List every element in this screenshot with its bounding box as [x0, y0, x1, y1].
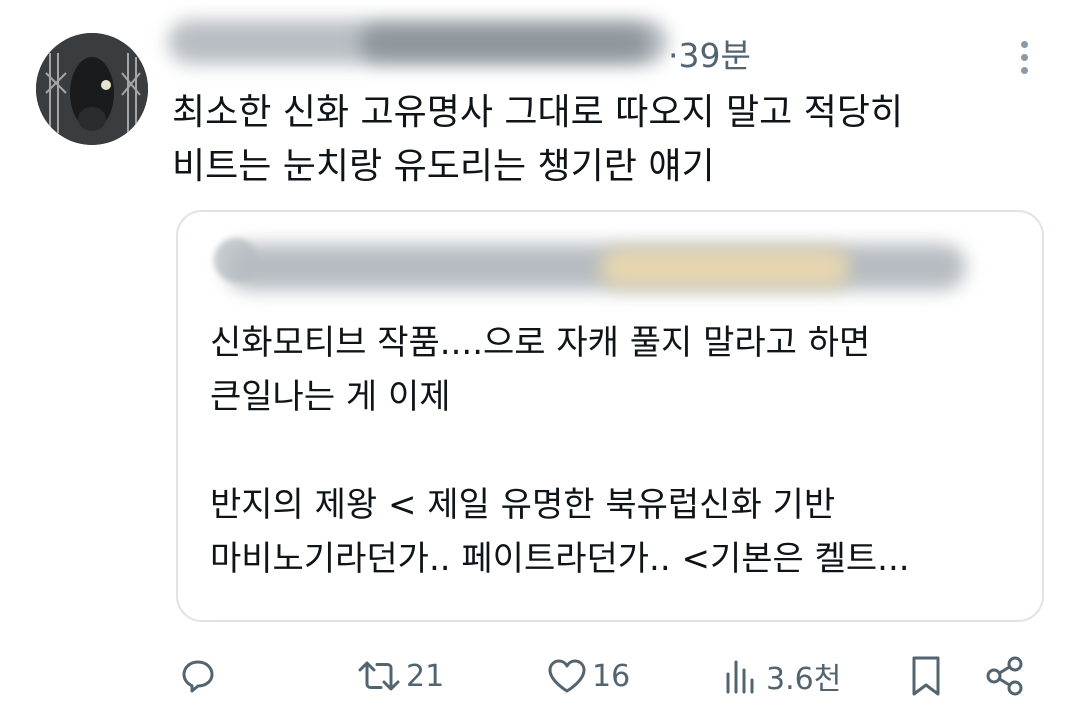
share-button[interactable]	[984, 650, 1026, 702]
like-button[interactable]: 16	[546, 650, 630, 702]
views-button[interactable]: 3.6천	[722, 650, 841, 702]
quoted-tweet-text: 신화모티브 작품....으로 자캐 풀지 말라고 하면 큰일나는 게 이제 반지…	[210, 323, 910, 579]
post-time[interactable]: ·39분	[668, 34, 751, 78]
heart-icon	[548, 659, 586, 693]
more-vertical-icon[interactable]	[1008, 38, 1040, 78]
share-icon	[986, 656, 1023, 696]
like-count: 16	[592, 658, 631, 694]
views-count: 3.6천	[766, 662, 842, 697]
retweet-count: 21	[406, 658, 445, 694]
bookmark-button[interactable]	[908, 650, 944, 702]
retweet-button[interactable]: 21	[356, 650, 444, 702]
retweet-icon	[358, 661, 400, 691]
avatar-image	[36, 33, 148, 145]
author-avatar[interactable]	[36, 33, 148, 145]
bookmark-icon	[912, 656, 940, 696]
tweet-text: 최소한 신화 고유명사 그대로 따오지 말고 적당히 비트는 눈치랑 유도리는 …	[172, 92, 904, 187]
reply-button[interactable]	[178, 650, 218, 702]
views-icon	[726, 660, 754, 694]
reply-icon	[182, 660, 214, 693]
